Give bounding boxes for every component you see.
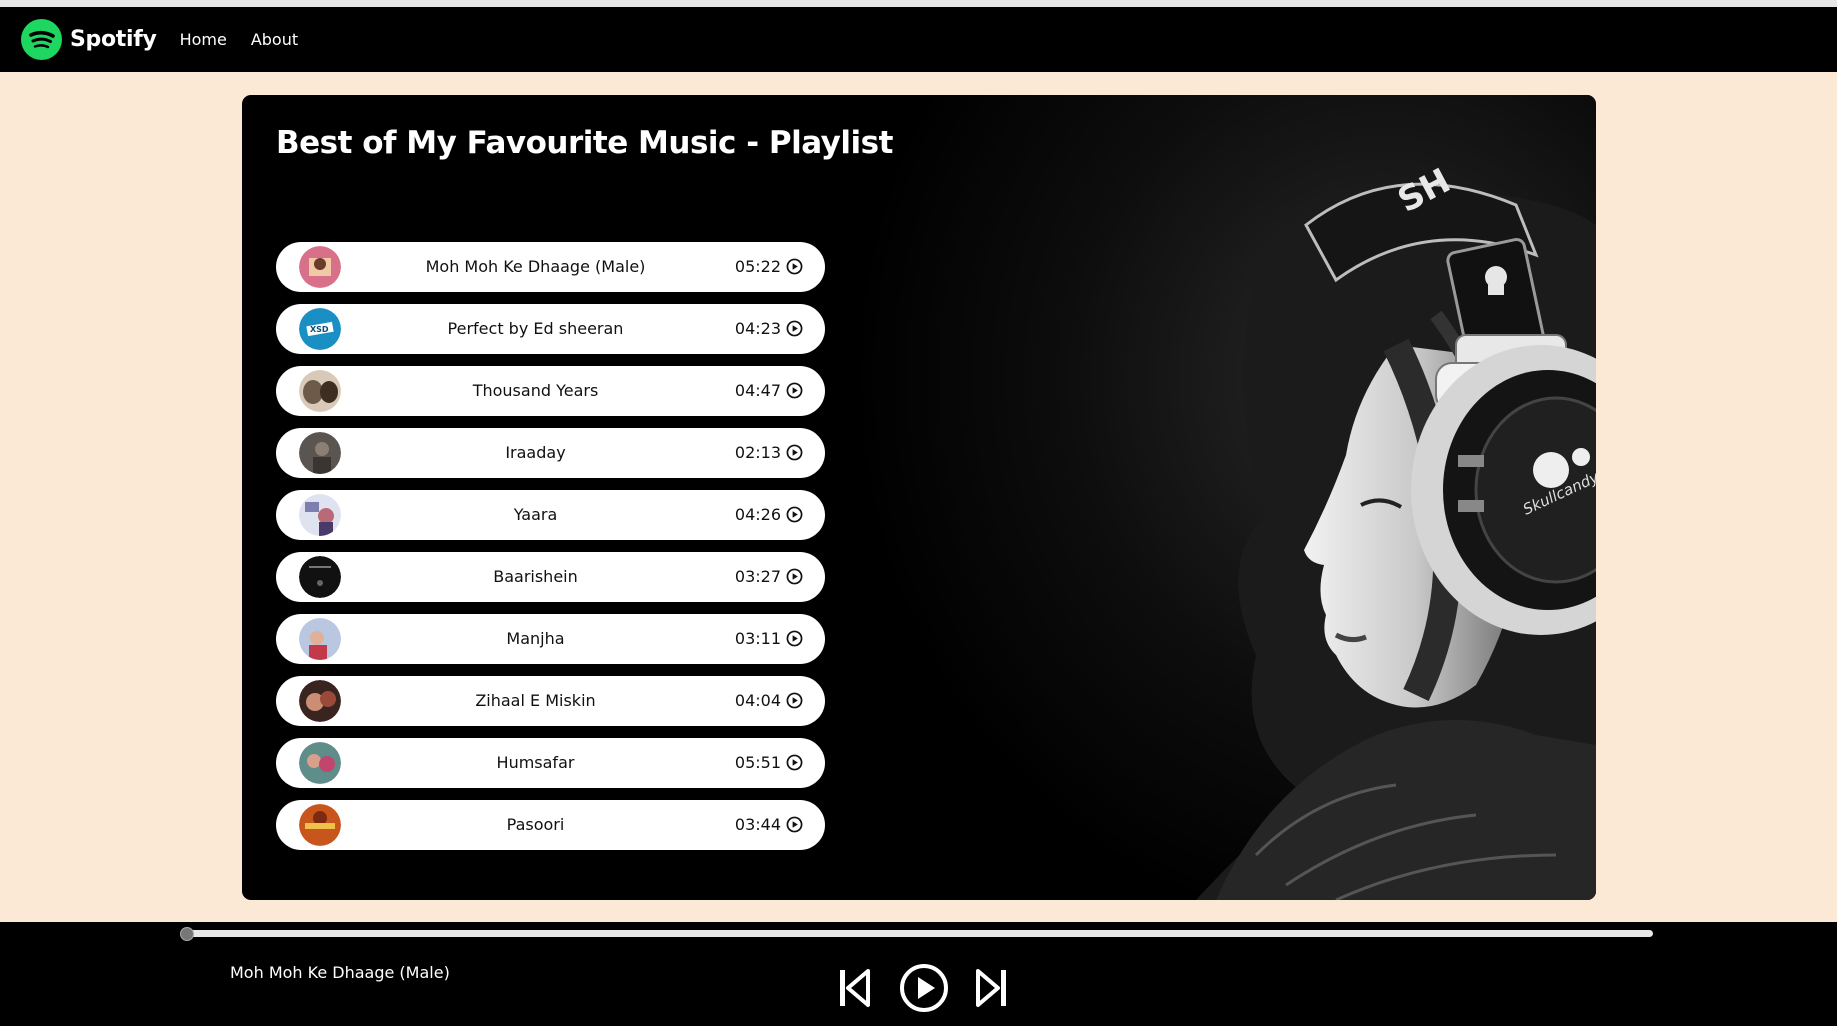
- play-circle-icon[interactable]: [786, 258, 803, 275]
- song-cover-image: [299, 370, 341, 412]
- skip-next-icon[interactable]: [974, 968, 1008, 1008]
- song-cover-image: [299, 742, 341, 784]
- song-item[interactable]: Moh Moh Ke Dhaage (Male) 05:22: [276, 242, 825, 292]
- spotify-logo-icon: [21, 19, 62, 60]
- player-controls: [838, 962, 1008, 1014]
- song-item[interactable]: Pasoori 03:44: [276, 800, 825, 850]
- song-duration: 05:22: [734, 257, 781, 276]
- play-circle-icon[interactable]: [898, 962, 950, 1014]
- play-circle-icon[interactable]: [786, 568, 803, 585]
- svg-text:XSD: XSD: [310, 325, 329, 334]
- page-title: Best of My Favourite Music - Playlist: [276, 125, 893, 161]
- song-title: Manjha: [506, 629, 565, 648]
- song-cover-image: [299, 804, 341, 846]
- song-cover-image: [299, 494, 341, 536]
- now-playing-title: Moh Moh Ke Dhaage (Male): [230, 963, 450, 982]
- song-list: Moh Moh Ke Dhaage (Male) 05:22 XSD Perfe…: [276, 242, 825, 862]
- song-cover-image: XSD: [299, 308, 341, 350]
- song-title: Thousand Years: [472, 381, 599, 400]
- song-title: Iraaday: [505, 443, 566, 462]
- nav-home-link[interactable]: Home: [180, 30, 227, 49]
- song-cover-image: [299, 432, 341, 474]
- song-duration: 03:44: [734, 815, 781, 834]
- nav-about-link[interactable]: About: [251, 30, 298, 49]
- play-circle-icon[interactable]: [786, 692, 803, 709]
- song-duration: 04:04: [734, 691, 781, 710]
- song-item[interactable]: Manjha 03:11: [276, 614, 825, 664]
- play-circle-icon[interactable]: [786, 506, 803, 523]
- hero-headphones-image: SH Skullcandy: [836, 95, 1596, 900]
- song-item[interactable]: Thousand Years 04:47: [276, 366, 825, 416]
- playlist-container: SH Skullcandy Best of My Favourite Music…: [242, 95, 1596, 900]
- song-item[interactable]: Zihaal E Miskin 04:04: [276, 676, 825, 726]
- song-duration: 02:13: [734, 443, 781, 462]
- song-item[interactable]: Iraaday 02:13: [276, 428, 825, 478]
- song-item[interactable]: Baarishein 03:27: [276, 552, 825, 602]
- window-top-edge: [0, 0, 1837, 7]
- player-bar: Moh Moh Ke Dhaage (Male): [0, 922, 1837, 1026]
- skip-previous-icon[interactable]: [838, 968, 872, 1008]
- song-duration: 04:26: [734, 505, 781, 524]
- progress-slider[interactable]: [180, 927, 1653, 941]
- song-cover-image: [299, 246, 341, 288]
- song-title: Baarishein: [493, 567, 578, 586]
- play-circle-icon[interactable]: [786, 754, 803, 771]
- song-item[interactable]: Yaara 04:26: [276, 490, 825, 540]
- play-circle-icon[interactable]: [786, 816, 803, 833]
- play-circle-icon[interactable]: [786, 320, 803, 337]
- song-title: Humsafar: [496, 753, 575, 772]
- brand-name: Spotify: [70, 27, 157, 52]
- song-title: Zihaal E Miskin: [475, 691, 596, 710]
- song-title: Pasoori: [506, 815, 565, 834]
- play-circle-icon[interactable]: [786, 444, 803, 461]
- song-title: Perfect by Ed sheeran: [447, 319, 624, 338]
- navbar: Spotify Home About: [0, 7, 1837, 72]
- song-duration: 03:27: [734, 567, 781, 586]
- song-duration: 03:11: [734, 629, 781, 648]
- song-cover-image: [299, 618, 341, 660]
- song-item[interactable]: Humsafar 05:51: [276, 738, 825, 788]
- song-duration: 04:47: [734, 381, 781, 400]
- song-duration: 04:23: [734, 319, 781, 338]
- song-item[interactable]: XSD Perfect by Ed sheeran 04:23: [276, 304, 825, 354]
- song-title: Yaara: [513, 505, 558, 524]
- song-cover-image: [299, 680, 341, 722]
- progress-thumb[interactable]: [180, 927, 194, 941]
- song-duration: 05:51: [734, 753, 781, 772]
- play-circle-icon[interactable]: [786, 382, 803, 399]
- brand[interactable]: Spotify: [21, 19, 157, 60]
- song-cover-image: [299, 556, 341, 598]
- play-circle-icon[interactable]: [786, 630, 803, 647]
- song-title: Moh Moh Ke Dhaage (Male): [425, 257, 646, 276]
